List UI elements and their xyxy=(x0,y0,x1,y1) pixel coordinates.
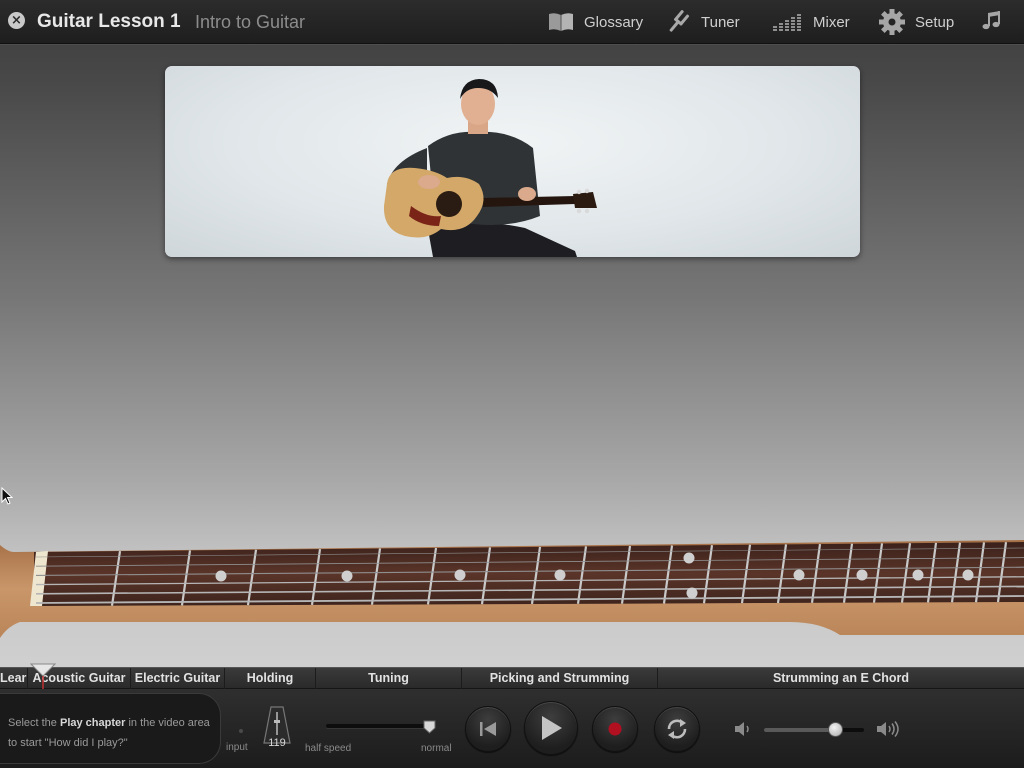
transport-bar: Select the Play chapter in the video are… xyxy=(0,689,1024,768)
loop-icon xyxy=(667,719,687,739)
mixer-label: Mixer xyxy=(813,13,850,31)
loop-button[interactable] xyxy=(654,706,700,752)
chapter-electric-guitar[interactable]: Electric Guitar xyxy=(131,668,225,689)
lesson-video[interactable] xyxy=(165,66,860,257)
volume-high-icon xyxy=(877,721,899,737)
mouse-cursor-icon xyxy=(1,487,13,505)
chapter-tuning[interactable]: Tuning xyxy=(316,668,462,689)
close-icon[interactable]: × xyxy=(8,12,25,29)
title-bar: × Guitar Lesson 1 Intro to Guitar Glossa… xyxy=(0,0,1024,44)
fret-inlay-dot xyxy=(454,569,466,581)
chapter-bar: Lear Acoustic Guitar Electric Guitar Hol… xyxy=(0,667,1024,689)
glossary-label: Glossary xyxy=(584,13,644,31)
glossary-button[interactable]: Glossary xyxy=(547,0,643,44)
tuner-label: Tuner xyxy=(701,13,740,31)
fretboard[interactable] xyxy=(0,530,1024,645)
fret-inlay-dot xyxy=(793,569,805,581)
lesson-subtitle: Intro to Guitar xyxy=(195,12,306,32)
fret-inlay-dot xyxy=(962,569,974,581)
fretboard-graphic xyxy=(0,540,1024,638)
gear-icon xyxy=(879,9,905,35)
rewind-button[interactable] xyxy=(465,706,511,752)
fret-inlay-dot xyxy=(686,587,698,599)
hint-text-bold: Play chapter xyxy=(59,717,126,729)
record-button[interactable] xyxy=(592,706,638,752)
volume-slider-knob[interactable] xyxy=(828,722,843,737)
skip-back-icon xyxy=(480,722,496,736)
fret-inlay-dot xyxy=(856,569,868,581)
fret-inlay-dot xyxy=(912,569,924,581)
play-icon xyxy=(542,716,562,740)
tempo-value[interactable]: 119 xyxy=(264,737,290,749)
volume-slider[interactable] xyxy=(764,728,864,732)
fret-inlay-dot xyxy=(341,570,353,582)
normal-speed-label: normal xyxy=(421,743,452,754)
volume-level xyxy=(764,728,836,732)
fret-inlay-dot xyxy=(683,552,695,564)
volume-low-icon xyxy=(735,722,749,736)
speed-slider[interactable] xyxy=(326,724,430,728)
setup-label: Setup xyxy=(915,13,955,31)
input-level-indicator xyxy=(239,729,243,733)
tuner-button[interactable]: Tuner xyxy=(664,0,740,44)
mixer-button[interactable]: Mixer xyxy=(772,0,850,44)
chapter-picking-and-strumming[interactable]: Picking and Strumming xyxy=(462,668,658,689)
book-icon xyxy=(549,13,573,31)
record-icon xyxy=(608,722,622,736)
mixer-icon xyxy=(773,14,801,31)
lesson-title: Guitar Lesson 1 xyxy=(37,11,181,32)
music-note-icon xyxy=(982,11,1000,30)
input-label: input xyxy=(226,742,248,753)
fret-inlay-dot xyxy=(215,570,227,582)
chapter-strumming-an-e-chord[interactable]: Strumming an E Chord xyxy=(658,668,1024,689)
chapter-learn[interactable]: Lear xyxy=(0,668,28,689)
hint-text-prefix: Select the xyxy=(8,717,57,729)
tuning-fork-icon xyxy=(669,10,690,32)
chapter-holding[interactable]: Holding xyxy=(225,668,316,689)
playhead-marker[interactable] xyxy=(30,660,56,692)
half-speed-label: half speed xyxy=(305,743,352,754)
instructor-with-guitar-image xyxy=(383,79,597,257)
play-button[interactable] xyxy=(524,701,578,755)
play-hint-panel: Select the Play chapter in the video are… xyxy=(0,693,221,764)
fret-inlay-dot xyxy=(554,569,566,581)
music-button[interactable] xyxy=(980,0,1006,44)
setup-button[interactable]: Setup xyxy=(878,0,954,44)
speed-slider-knob[interactable] xyxy=(423,720,436,734)
